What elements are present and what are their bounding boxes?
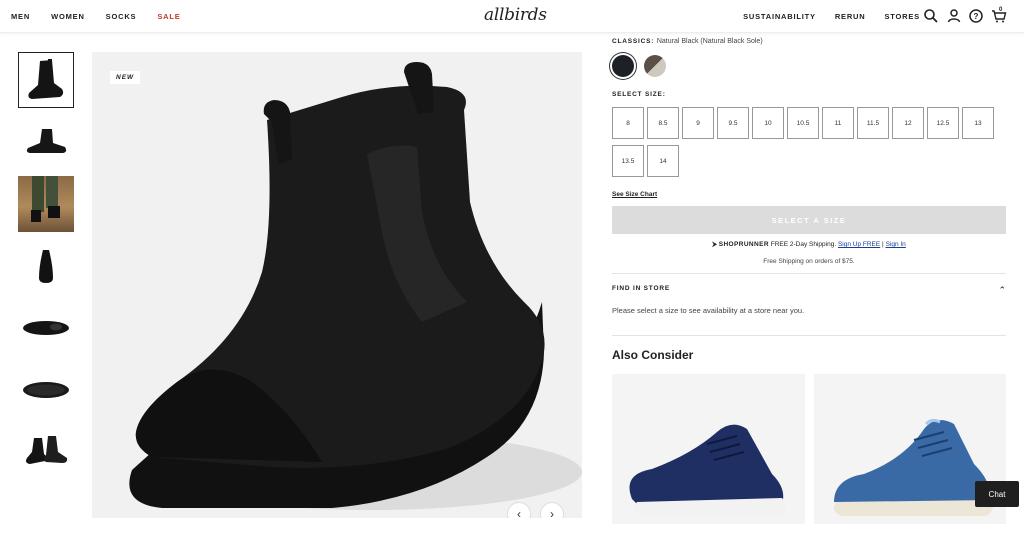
free-shipping-note: Free Shipping on orders of $75. xyxy=(763,258,855,265)
thumbnail-boot-top[interactable] xyxy=(18,300,74,356)
color-value: Natural Black (Natural Black Sole) xyxy=(656,38,763,45)
thumbnail-boot-back[interactable] xyxy=(18,238,74,294)
primary-nav: MEN WOMEN SOCKS SALE xyxy=(11,12,202,21)
divider xyxy=(612,335,1006,336)
divider xyxy=(612,273,1006,274)
also-consider-cards xyxy=(612,374,1006,524)
size-option[interactable]: 9 xyxy=(682,107,714,139)
size-label: SELECT SIZE: xyxy=(612,91,666,98)
chat-button[interactable]: Chat xyxy=(975,481,1019,507)
product-main-image: NEW ‹ › xyxy=(92,52,582,518)
shoprunner-brand: SHOPRUNNER xyxy=(718,241,769,248)
boot-thumbnail-image xyxy=(28,59,64,99)
nav-socks[interactable]: SOCKS xyxy=(106,12,137,21)
recommendation-card[interactable] xyxy=(612,374,805,524)
search-icon[interactable] xyxy=(923,8,939,24)
boot-back-thumbnail-image xyxy=(39,250,53,283)
thumbnail-boot-pair-side[interactable] xyxy=(18,114,74,170)
svg-text:?: ? xyxy=(974,12,979,21)
account-icon[interactable] xyxy=(946,8,962,24)
size-option[interactable]: 10 xyxy=(752,107,784,139)
thumbnail-boot-sole[interactable] xyxy=(18,362,74,418)
size-option[interactable]: 13.5 xyxy=(612,145,644,177)
boot-sole-thumbnail-image xyxy=(23,382,69,398)
color-label: CLASSICS: xyxy=(612,38,655,45)
chevron-right-icon: › xyxy=(550,507,554,518)
color-label-row: CLASSICS: Natural Black (Natural Black S… xyxy=(612,38,1006,45)
product-options-panel: CLASSICS: Natural Black (Natural Black S… xyxy=(612,38,1006,524)
shoprunner-signup-link[interactable]: Sign Up FREE xyxy=(838,241,880,248)
nav-women[interactable]: WOMEN xyxy=(51,12,85,21)
chevron-left-icon: ‹ xyxy=(517,507,521,518)
shoprunner-separator: | xyxy=(882,241,884,248)
runner-navy-image xyxy=(629,424,786,516)
size-option[interactable]: 10.5 xyxy=(787,107,819,139)
find-in-store-header[interactable]: FIND IN STORE ⌃ xyxy=(612,285,1006,295)
new-badge: NEW xyxy=(110,71,141,84)
site-header: MEN WOMEN SOCKS SALE allbirds SUSTAINABI… xyxy=(0,0,1024,33)
color-swatches xyxy=(612,55,1006,77)
size-option[interactable]: 11 xyxy=(822,107,854,139)
boot-top-thumbnail-image xyxy=(23,321,69,335)
size-option[interactable]: 9.5 xyxy=(717,107,749,139)
size-grid: 8 8.5 9 9.5 10 10.5 11 11.5 12 12.5 13 1… xyxy=(612,107,1006,183)
cart-count: 0 xyxy=(999,7,1003,13)
shoprunner-signin-link[interactable]: Sign In xyxy=(886,241,906,248)
thumbnail-model-wearing[interactable] xyxy=(18,176,74,232)
select-size-button[interactable]: SELECT A SIZE xyxy=(612,206,1006,234)
size-option[interactable]: 8.5 xyxy=(647,107,679,139)
nav-sustainability[interactable]: SUSTAINABILITY xyxy=(743,12,816,21)
chevron-up-icon[interactable]: ⌃ xyxy=(998,285,1006,296)
find-in-store-note: Please select a size to see availability… xyxy=(612,306,805,315)
brand-logo[interactable]: allbirds xyxy=(484,5,547,25)
boot-pair-angle-thumbnail-image xyxy=(26,436,68,464)
nav-sale[interactable]: SALE xyxy=(157,12,180,21)
boot-image xyxy=(129,62,582,510)
nav-rerun[interactable]: RERUN xyxy=(835,12,866,21)
find-in-store-title: FIND IN STORE xyxy=(612,285,670,292)
model-thumbnail-image xyxy=(31,176,60,222)
size-option[interactable]: 14 xyxy=(647,145,679,177)
swatch-natural-black[interactable] xyxy=(612,55,634,77)
thumbnail-boot-pair-angle[interactable] xyxy=(18,424,74,480)
swatch-alternate-color[interactable] xyxy=(644,55,666,77)
thumbnail-list xyxy=(18,52,74,486)
nav-stores[interactable]: STORES xyxy=(884,12,920,21)
help-icon[interactable]: ? xyxy=(968,8,984,24)
size-option[interactable]: 11.5 xyxy=(857,107,889,139)
shoprunner-row: ⮞ SHOPRUNNER FREE 2-Day Shipping. Sign U… xyxy=(612,241,1006,249)
thumbnail-boot-side[interactable] xyxy=(18,52,74,108)
secondary-nav: SUSTAINABILITY RERUN STORES xyxy=(724,12,920,21)
nav-men[interactable]: MEN xyxy=(11,12,30,21)
size-chart-link[interactable]: See Size Chart xyxy=(612,191,1006,198)
size-option[interactable]: 12.5 xyxy=(927,107,959,139)
size-option[interactable]: 13 xyxy=(962,107,994,139)
size-option[interactable]: 12 xyxy=(892,107,924,139)
shoprunner-text: FREE 2-Day Shipping. xyxy=(770,241,837,248)
shoprunner-logo-icon: ⮞ xyxy=(712,241,717,248)
also-consider-heading: Also Consider xyxy=(612,348,694,362)
size-option[interactable]: 8 xyxy=(612,107,644,139)
boot-pair-thumbnail-image xyxy=(26,129,67,153)
